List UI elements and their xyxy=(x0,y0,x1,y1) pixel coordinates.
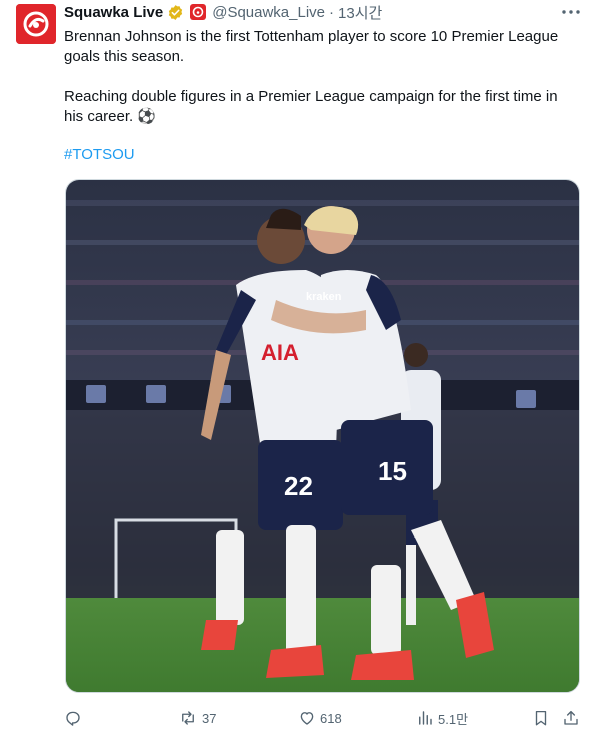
share-button[interactable] xyxy=(562,706,580,730)
retweet-icon xyxy=(182,711,194,725)
like-icon xyxy=(300,712,314,725)
retweet-button[interactable]: 37 xyxy=(178,706,216,730)
reply-button[interactable] xyxy=(64,706,86,730)
views-icon xyxy=(419,711,432,725)
tweet: Squawka Live @Squawka_Live · 13시간 Brenna… xyxy=(0,0,598,740)
verified-badge-icon xyxy=(167,4,184,21)
squawka-logo-icon xyxy=(16,4,56,44)
retweet-count: 37 xyxy=(202,710,217,726)
bookmark-button[interactable] xyxy=(532,706,550,730)
affiliate-badge-icon[interactable] xyxy=(190,4,207,20)
like-count: 618 xyxy=(320,710,342,726)
tweet-photo[interactable]: 24 AIA 22 xyxy=(65,179,580,693)
views-count: 5.1만 xyxy=(438,711,469,727)
like-button[interactable]: 618 xyxy=(298,706,342,730)
more-options-icon[interactable] xyxy=(560,4,582,20)
soccer-ball-icon: ⚽ xyxy=(137,108,157,125)
author-name[interactable]: Squawka Live xyxy=(64,4,163,21)
shirt-sponsor: AIA xyxy=(261,340,299,365)
player-15-number: 15 xyxy=(378,456,407,486)
reply-icon xyxy=(66,711,80,726)
views-button[interactable]: 5.1만 xyxy=(416,706,468,730)
sleeve-sponsor: kraken xyxy=(306,291,342,303)
tweet-text: Brennan Johnson is the first Tottenham p… xyxy=(64,27,580,127)
bookmark-icon xyxy=(535,710,547,726)
separator-dot: · xyxy=(329,3,335,21)
tweet-timestamp[interactable]: 13시간 xyxy=(338,2,382,23)
tweet-text-line2: Reaching double figures in a Premier Lea… xyxy=(64,87,580,127)
tweet-text-line1: Brennan Johnson is the first Tottenham p… xyxy=(64,28,559,65)
tweet-header: Squawka Live @Squawka_Live · 13시간 xyxy=(64,2,382,22)
author-handle[interactable]: @Squawka_Live xyxy=(212,4,325,21)
share-icon xyxy=(564,710,578,725)
hashtag-link[interactable]: #TOTSOU xyxy=(64,146,135,163)
tweet-actions: 37 618 5.1만 xyxy=(64,706,580,730)
avatar[interactable] xyxy=(16,4,56,44)
player-22-number: 22 xyxy=(284,471,313,501)
